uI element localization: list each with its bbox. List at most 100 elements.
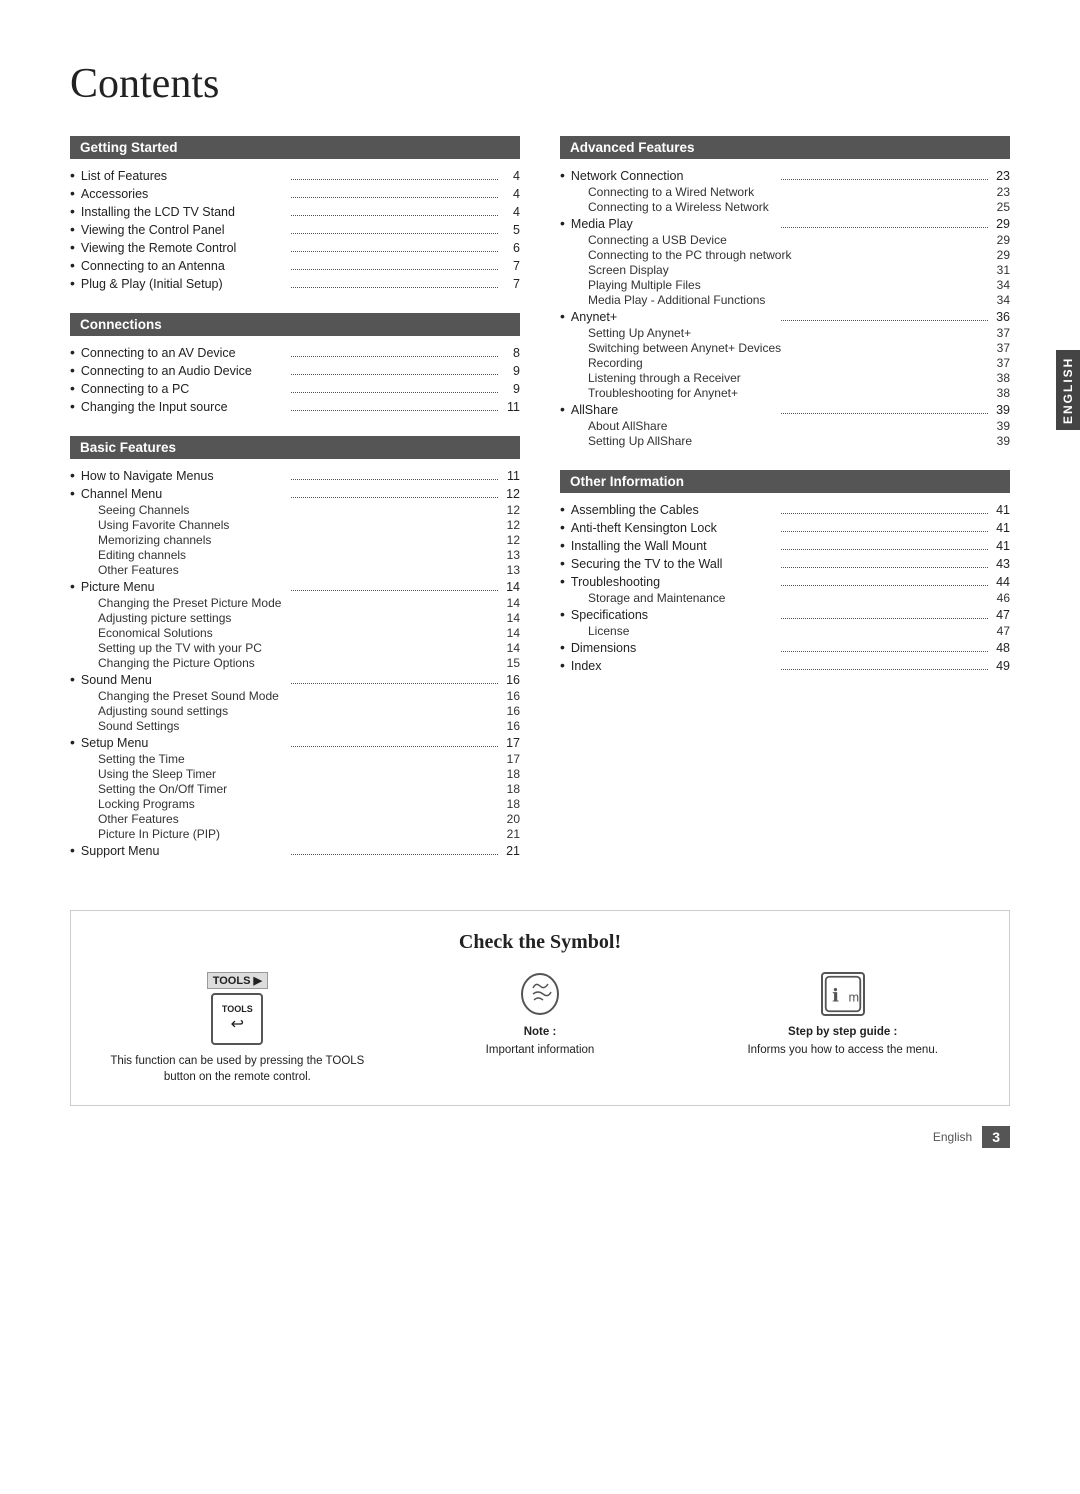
toc-page: 4 [502,205,520,219]
page-number: 3 [982,1126,1010,1148]
toc-dots [291,269,498,270]
toc-sub-label: Changing the Picture Options [98,656,496,670]
toc-sub-item: Listening through a Receiver38 [560,371,1010,385]
toc-dots [781,618,988,619]
toc-sub-label: Screen Display [588,263,986,277]
toc-item: Troubleshooting44 [560,573,1010,589]
toc-sub-page: 17 [496,752,520,766]
toc-sub-label: Editing channels [98,548,496,562]
toc-item: Connecting to an Audio Device9 [70,362,520,378]
section-header-advanced-features: Advanced Features [560,136,1010,159]
toc-sub-page: 37 [986,341,1010,355]
toc-item: Installing the LCD TV Stand 4 [70,203,520,219]
tools-desc: This function can be used by pressing th… [101,1053,374,1085]
toc-dots [781,567,988,568]
toc-page: 29 [992,217,1010,231]
toc-sub-item: Setting up the TV with your PC14 [70,641,520,655]
symbol-item-guide: ℹ m Step by step guide :Informs you how … [706,972,979,1058]
toc-page: 47 [992,608,1010,622]
page-title: Contents [70,60,1010,108]
toc-label: How to Navigate Menus [81,469,288,483]
toc-sub-page: 46 [986,591,1010,605]
toc-sub-label: Adjusting sound settings [98,704,496,718]
toc-sub-item: Changing the Picture Options15 [70,656,520,670]
toc-label: Accessories [81,187,288,201]
toc-sub-page: 29 [986,233,1010,247]
toc-sub-item: Storage and Maintenance46 [560,591,1010,605]
toc-sub-page: 31 [986,263,1010,277]
guide-desc: Step by step guide :Informs you how to a… [747,1024,937,1058]
toc-dots [781,513,988,514]
symbol-icon-tools: TOOLS ▶ TOOLS ↩ [207,972,268,1045]
toc-label: Connecting to an Audio Device [81,364,288,378]
toc-sub-page: 34 [986,278,1010,292]
toc-dots [781,651,988,652]
toc-item: How to Navigate Menus11 [70,467,520,483]
toc-label: Anynet+ [571,310,778,324]
toc-dots [291,197,498,198]
toc-sub-item: Connecting a USB Device29 [560,233,1010,247]
toc-page: 44 [992,575,1010,589]
toc-item: Channel Menu12 [70,485,520,501]
toc-dots [291,356,498,357]
toc-list-other-information: Assembling the Cables41Anti-theft Kensin… [560,501,1010,673]
toc-page: 12 [502,487,520,501]
toc-label: Securing the TV to the Wall [571,557,778,571]
toc-label: Installing the Wall Mount [571,539,778,553]
toc-item: Viewing the Control Panel5 [70,221,520,237]
toc-sub-item: Adjusting picture settings14 [70,611,520,625]
toc-dots [781,531,988,532]
sidebar-english-label: ENGLISH [1056,350,1080,430]
toc-label: Media Play [571,217,778,231]
toc-item: Index49 [560,657,1010,673]
toc-dots [291,179,498,180]
toc-sub-item: About AllShare39 [560,419,1010,433]
toc-sub-item: Adjusting sound settings16 [70,704,520,718]
toc-page: 41 [992,539,1010,553]
toc-page: 21 [502,844,520,858]
symbol-item-note: Note :Important information [404,972,677,1058]
toc-dots [781,585,988,586]
toc-sub-item: Switching between Anynet+ Devices37 [560,341,1010,355]
note-desc: Note :Important information [486,1024,595,1058]
toc-sub-page: 16 [496,704,520,718]
toc-sub-label: Other Features [98,812,496,826]
toc-sub-page: 13 [496,563,520,577]
toc-page: 6 [502,241,520,255]
toc-sub-page: 14 [496,596,520,610]
toc-sub-item: Other Features20 [70,812,520,826]
toc-sub-page: 39 [986,434,1010,448]
symbol-icon-guide: ℹ m [821,972,865,1016]
toc-item: Setup Menu17 [70,734,520,750]
toc-sub-page: 13 [496,548,520,562]
toc-sub-item: Using Favorite Channels12 [70,518,520,532]
section-header-other-information: Other Information [560,470,1010,493]
toc-sub-item: Connecting to a Wired Network23 [560,185,1010,199]
toc-label: Viewing the Control Panel [81,223,288,237]
toc-section-connections: ConnectionsConnecting to an AV Device8Co… [70,313,520,414]
toc-section-other-information: Other Information Assembling the Cables41… [560,470,1010,673]
toc-label: Installing the LCD TV Stand [81,205,288,219]
toc-dots [781,549,988,550]
toc-page: 14 [502,580,520,594]
note-icon [518,972,562,1016]
toc-item: Installing the Wall Mount 41 [560,537,1010,553]
toc-sub-label: Playing Multiple Files [588,278,986,292]
toc-item: Picture Menu14 [70,578,520,594]
toc-sub-item: Screen Display31 [560,263,1010,277]
toc-list-basic-features: How to Navigate Menus11Channel Menu12See… [70,467,520,858]
toc-sub-label: Connecting to a Wired Network [588,185,986,199]
toc-sub-page: 12 [496,518,520,532]
toc-page: 49 [992,659,1010,673]
toc-dots [291,590,498,591]
toc-dots [291,746,498,747]
toc-page: 17 [502,736,520,750]
toc-sub-label: License [588,624,986,638]
toc-page: 11 [502,400,520,414]
toc-sub-label: Picture In Picture (PIP) [98,827,496,841]
toc-sub-item: Economical Solutions14 [70,626,520,640]
toc-section-advanced-features: Advanced FeaturesNetwork Connection23Con… [560,136,1010,448]
toc-dots [291,392,498,393]
toc-label: Viewing the Remote Control [81,241,288,255]
toc-sub-page: 21 [496,827,520,841]
